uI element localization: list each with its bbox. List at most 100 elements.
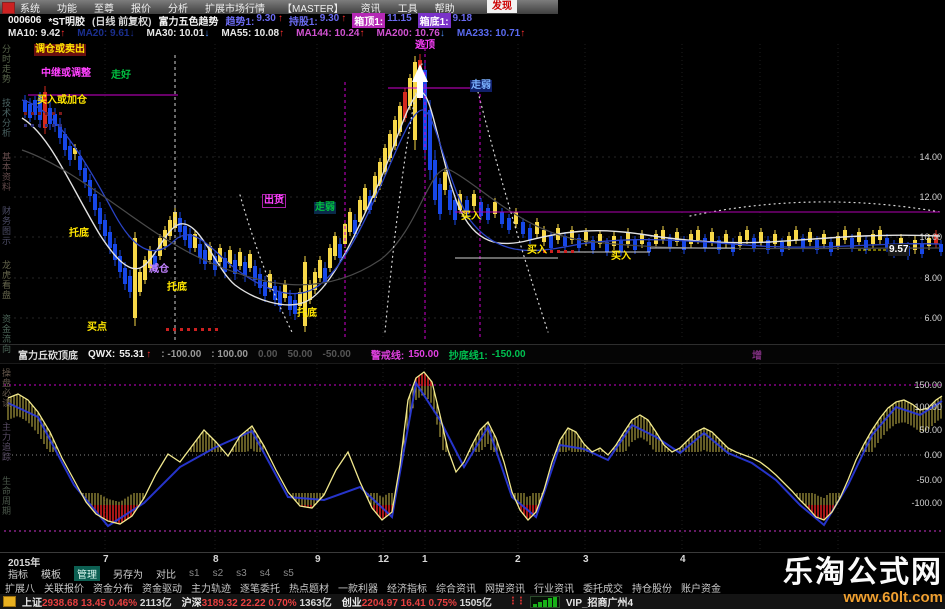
signal-dot: [564, 250, 567, 253]
tab-模板[interactable]: 模板: [41, 566, 61, 581]
app-logo-icon[interactable]: [2, 2, 15, 14]
candle-body: [108, 232, 112, 248]
candle-body: [549, 236, 553, 248]
signal-dot: [201, 328, 204, 331]
index-label: 沪深: [181, 598, 202, 609]
tab-另存为[interactable]: 另存为: [113, 566, 143, 581]
candle-body: [703, 238, 707, 248]
y-axis-label: 6.00: [924, 313, 942, 323]
annotation-出货: 出货: [262, 194, 286, 208]
candle-body: [103, 220, 107, 236]
signal-dot: [571, 250, 574, 253]
annotation-中继或调整: 中继或调整: [41, 68, 91, 79]
x-axis-label-7: 3: [583, 554, 589, 565]
signal-dot: [166, 328, 169, 331]
index-quote-1[interactable]: 沪深3189.32 22.22 0.70% 1363亿: [182, 598, 332, 609]
tab-关联报价[interactable]: 关联报价: [44, 580, 84, 595]
tab-持仓股份[interactable]: 持仓股份: [632, 580, 672, 595]
ma-item-3: MA55: 10.08↑: [221, 28, 285, 39]
tab-经济指标[interactable]: 经济指标: [387, 580, 427, 595]
ma-item-5: MA200: 10.76↓: [376, 28, 445, 39]
sidebar-item-4[interactable]: 龙虎看盘: [0, 260, 13, 300]
candle-body: [472, 194, 476, 206]
signal-dot: [59, 112, 62, 115]
sidebar-item-3[interactable]: 财务图示: [0, 206, 13, 246]
index-quote-2[interactable]: 创业2204.97 16.41 0.75% 1505亿: [342, 598, 492, 609]
osc-y-axis-label: -50.00: [916, 475, 942, 485]
menu-item-discover[interactable]: 发现: [487, 0, 517, 13]
osc-y-axis-label: 150.00: [914, 380, 942, 390]
indicator-param-1: : 100.00: [211, 348, 248, 360]
tab-资金驱动[interactable]: 资金驱动: [142, 580, 182, 595]
tab-综合资讯[interactable]: 综合资讯: [436, 580, 476, 595]
candle-body: [133, 238, 137, 318]
candle-body: [28, 104, 32, 118]
annotation-减仓: 减仓: [149, 264, 169, 275]
field-value: 11.15: [387, 13, 412, 24]
candle-body: [83, 168, 87, 182]
oscillator-chart[interactable]: [0, 362, 945, 552]
tab-网提资讯[interactable]: 网提资讯: [485, 580, 525, 595]
tab-委托成交[interactable]: 委托成交: [583, 580, 623, 595]
index-volume: 1505亿: [459, 598, 492, 609]
tab-对比[interactable]: 对比: [156, 566, 176, 581]
tab-管理[interactable]: 管理: [74, 565, 100, 581]
menu-item-0[interactable]: 系统: [20, 0, 40, 15]
annotation-托底: 托底: [167, 282, 187, 293]
index-label: 创业: [341, 598, 362, 609]
y-axis-label: 14.00: [919, 152, 942, 162]
field-label: 持股1:: [288, 17, 318, 28]
signal-dot: [31, 112, 34, 115]
index-label: 上证: [22, 598, 42, 609]
field-arrow-icon: ↑: [277, 13, 283, 24]
tab-s5[interactable]: s5: [283, 568, 294, 579]
main-indicator-name: 富力五色趋势: [158, 17, 219, 28]
signal-dots: [24, 124, 62, 127]
sidebar-item-2[interactable]: 基本资料: [0, 152, 13, 192]
sidebar-item-1[interactable]: 技术分析: [0, 98, 13, 138]
index-quote-0[interactable]: 上证2938.68 13.45 0.46% 2113亿: [22, 598, 172, 609]
sidebar-item-6[interactable]: 操盘必读: [0, 368, 13, 408]
tab-行业资讯[interactable]: 行业资讯: [534, 580, 574, 595]
tab-一款利器[interactable]: 一款利器: [338, 580, 378, 595]
tab-账户资金[interactable]: 账户资金: [681, 580, 721, 595]
sidebar-item-0[interactable]: 分时走势: [0, 44, 13, 84]
annotation-调仓或卖出: 调仓或卖出: [34, 44, 86, 56]
tab-主力轨迹[interactable]: 主力轨迹: [191, 580, 231, 595]
menu-bar: 系统 功能 至尊 报价 分析 扩展市场行情 【MASTER】 资讯 工具 帮助 发现: [0, 0, 945, 15]
status-bar: 上证2938.68 13.45 0.46% 2113亿 沪深3189.32 22.…: [0, 594, 945, 609]
connection-meter-icon: [529, 595, 560, 608]
tab-热点题材[interactable]: 热点题材: [289, 580, 329, 595]
candle-body: [808, 232, 812, 242]
candle-body: [443, 172, 447, 190]
osc-y-axis-label: 100.00: [914, 402, 942, 412]
qwx-label: QWX:: [88, 348, 116, 360]
osc-y-axis-label: 50.00: [919, 425, 942, 435]
sidebar-item-7[interactable]: 主力追踪: [0, 422, 13, 462]
tab-s3[interactable]: s3: [236, 568, 247, 579]
candle-body: [138, 272, 142, 292]
candle-body: [453, 200, 457, 220]
sidebar-item-5[interactable]: 资金流向: [0, 314, 13, 354]
meter-bar: [552, 596, 557, 607]
tab-s4[interactable]: s4: [260, 568, 271, 579]
oscillator-svg: [0, 362, 945, 552]
tab-资金分布[interactable]: 资金分布: [93, 580, 133, 595]
qwx-value: 55.31: [119, 348, 145, 360]
ma-arrow-icon: ↓: [129, 28, 135, 39]
function-tabs: 扩展八 关联报价 资金分布 资金驱动 主力轨迹 逐笔委托 热点题材 一款利器 经济指标 综合资讯网…: [0, 580, 945, 595]
candle-body: [626, 232, 630, 244]
candle-body: [123, 268, 127, 284]
tab-逐笔委托[interactable]: 逐笔委托: [240, 580, 280, 595]
y-axis-label: 8.00: [924, 273, 942, 283]
annotation-托底: 托底: [69, 228, 89, 239]
index-pct: 0.75%: [428, 598, 460, 609]
tab-s2[interactable]: s2: [213, 568, 224, 579]
ma-item-0: MA10: 9.42↑: [8, 28, 66, 39]
signal-dot: [31, 124, 34, 127]
candle-body: [328, 248, 332, 268]
osc-bg: [0, 362, 945, 552]
sidebar-item-8[interactable]: 生命周期: [0, 476, 13, 516]
index-value: 2938.68: [42, 598, 81, 609]
tab-s1[interactable]: s1: [189, 568, 200, 579]
